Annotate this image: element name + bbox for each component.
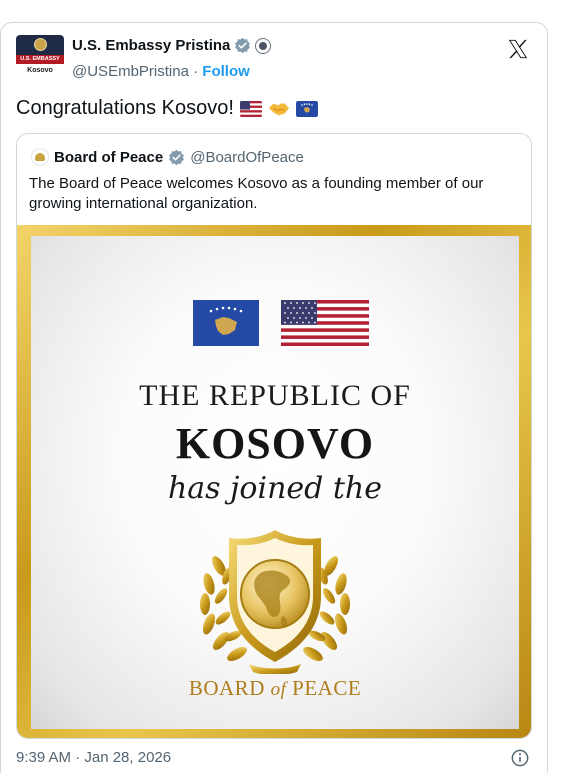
us-flag-graphic xyxy=(281,300,369,346)
quoted-verified-badge-icon xyxy=(169,149,185,165)
x-logo-icon[interactable] xyxy=(507,38,529,60)
board-of-peace-avatar xyxy=(31,148,49,166)
quoted-tweet[interactable]: Board of Peace @BoardOfPeace The Board o… xyxy=(16,133,532,739)
image-headline-line3: has joined the xyxy=(167,471,383,506)
tweet-timestamp[interactable]: 9:39 AM · Jan 28, 2026 xyxy=(16,749,171,766)
board-of-peace-emblem xyxy=(200,530,350,674)
avatar-city: Kosovo xyxy=(27,67,53,74)
author-name-row: U.S. Embassy Pristina xyxy=(72,37,272,54)
avatar-band: U.S. EMBASSY xyxy=(16,55,64,64)
tweet-card[interactable]: U.S. EMBASSY Kosovo U.S. Embassy Pristin… xyxy=(0,22,548,773)
verified-badge-icon[interactable] xyxy=(234,37,251,54)
image-headline-line2: KOSOVO xyxy=(175,419,375,468)
handle-separator: · xyxy=(193,63,199,80)
tweet-text: Congratulations Kosovo! xyxy=(16,97,318,120)
author-name[interactable]: U.S. Embassy Pristina xyxy=(72,37,230,54)
quoted-tweet-image[interactable]: THE REPUBLIC OF KOSOVO has joined the BO… xyxy=(17,225,531,738)
quoted-tweet-text: The Board of Peace welcomes Kosovo as a … xyxy=(29,175,484,212)
quoted-author-handle: @BoardOfPeace xyxy=(190,148,304,166)
follow-button[interactable]: Follow xyxy=(202,63,250,80)
info-icon[interactable] xyxy=(511,749,529,767)
board-of-peace-wordmark: BOARD of PEACE xyxy=(31,676,519,701)
kosovo-flag-graphic xyxy=(193,300,259,346)
avatar-seal xyxy=(34,38,47,51)
kosovo-flag-icon xyxy=(295,100,318,117)
us-flag-icon xyxy=(239,100,262,117)
wordmark-peace: PEACE xyxy=(292,676,362,700)
quoted-tweet-header: Board of Peace @BoardOfPeace xyxy=(31,148,304,166)
author-handle-row: @USEmbPristina · Follow xyxy=(72,63,250,80)
author-handle[interactable]: @USEmbPristina xyxy=(72,63,189,80)
author-avatar[interactable]: U.S. EMBASSY Kosovo xyxy=(16,35,64,83)
handshake-icon xyxy=(268,103,290,115)
wordmark-of: of xyxy=(270,679,287,700)
image-inner-panel: THE REPUBLIC OF KOSOVO has joined the BO… xyxy=(31,236,519,729)
government-affiliation-icon[interactable] xyxy=(255,37,272,54)
wordmark-board: BOARD xyxy=(188,676,265,700)
image-headline-line1: THE REPUBLIC OF xyxy=(139,379,411,412)
quoted-author-name: Board of Peace xyxy=(54,148,164,166)
tweet-body: Congratulations Kosovo! xyxy=(16,97,234,119)
